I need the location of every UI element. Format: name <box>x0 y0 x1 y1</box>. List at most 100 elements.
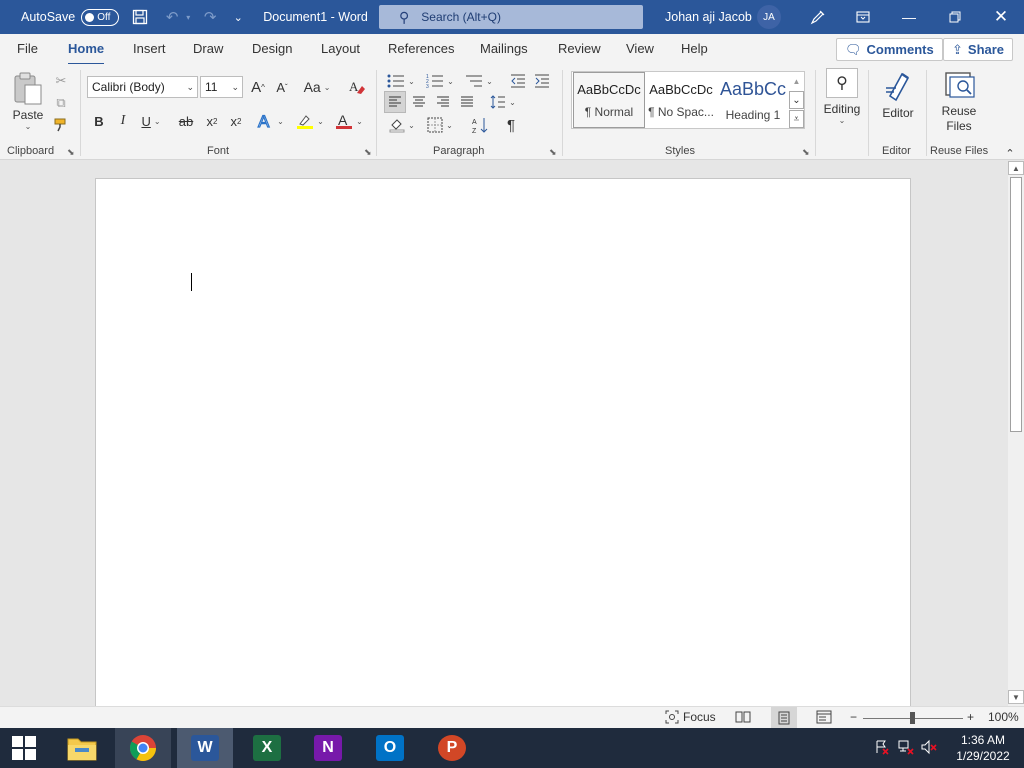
tab-draw[interactable]: Draw <box>193 41 223 56</box>
align-right-button[interactable] <box>432 91 454 113</box>
start-button[interactable] <box>0 728 48 768</box>
cut-icon[interactable]: ✂ <box>52 72 70 90</box>
taskbar-onenote[interactable]: N <box>300 728 356 768</box>
save-icon[interactable] <box>129 6 151 28</box>
close-icon[interactable]: ✕ <box>978 0 1024 34</box>
decrease-indent-button[interactable] <box>508 70 528 92</box>
tab-review[interactable]: Review <box>558 41 601 56</box>
tab-references[interactable]: References <box>388 41 454 56</box>
ribbon-display-options-icon[interactable] <box>840 0 886 34</box>
numbering-button[interactable]: 1 2 3 ⌄ <box>425 70 455 92</box>
line-spacing-button[interactable]: ⌄ <box>487 91 519 113</box>
shading-button[interactable]: ⌄ <box>386 114 418 136</box>
undo-icon[interactable]: ↶ <box>161 6 183 28</box>
scroll-up-icon[interactable]: ▲ <box>1008 161 1024 175</box>
font-launcher-icon[interactable]: ⬊ <box>364 147 372 158</box>
search-box[interactable]: ⚲ Search (Alt+Q) <box>379 5 643 29</box>
underline-button[interactable]: U ⌄ <box>138 110 164 132</box>
bold-button[interactable]: B <box>90 110 108 132</box>
vertical-scrollbar[interactable]: ▲ ▼ <box>1008 161 1024 706</box>
tab-home[interactable]: Home <box>68 41 105 66</box>
increase-indent-button[interactable] <box>532 70 552 92</box>
shrink-font-button[interactable]: Aˇ <box>272 76 292 98</box>
avatar[interactable]: JA <box>757 5 781 29</box>
reuse-files-button[interactable]: Reuse Files <box>936 70 982 134</box>
customize-toolbar-icon[interactable]: ⌄ <box>227 6 249 28</box>
scrollbar-thumb[interactable] <box>1010 177 1022 432</box>
taskbar-excel[interactable]: X <box>239 728 295 768</box>
styles-scroll-up-icon[interactable]: ▲ <box>789 72 804 90</box>
collapse-ribbon-icon[interactable]: ⌃ <box>1002 146 1018 160</box>
align-center-button[interactable] <box>408 91 430 113</box>
superscript-button[interactable]: x2 <box>226 110 246 132</box>
copy-icon[interactable]: ⧉ <box>52 94 70 112</box>
align-left-button[interactable] <box>384 91 406 113</box>
zoom-slider-thumb[interactable] <box>910 712 915 724</box>
editing-label: Editing <box>823 102 861 116</box>
zoom-in-button[interactable]: + <box>967 710 974 724</box>
highlight-button[interactable]: ⌄ <box>294 110 326 132</box>
text-effects-button[interactable]: A ⌄ <box>255 110 285 132</box>
document-page[interactable] <box>95 178 911 708</box>
tab-help[interactable]: Help <box>681 41 708 56</box>
paste-button[interactable]: Paste ⌄ <box>12 72 44 131</box>
font-family-select[interactable]: Calibri (Body) ⌄ <box>87 76 198 98</box>
print-layout-icon[interactable] <box>771 707 797 728</box>
taskbar-word[interactable]: W <box>177 728 233 768</box>
tab-file[interactable]: File <box>17 41 38 56</box>
subscript-button[interactable]: x2 <box>202 110 222 132</box>
taskbar-file-explorer[interactable] <box>54 728 110 768</box>
grow-font-button[interactable]: A ^ <box>248 76 268 98</box>
bullets-button[interactable]: ⌄ <box>386 70 416 92</box>
taskbar-chrome[interactable] <box>115 728 171 768</box>
clipboard-launcher-icon[interactable]: ⬊ <box>67 147 75 158</box>
read-mode-icon[interactable] <box>735 710 751 724</box>
justify-button[interactable] <box>456 91 478 113</box>
comments-button[interactable]: 🗨 Comments <box>836 38 943 61</box>
clear-formatting-button[interactable]: A <box>346 76 368 98</box>
web-layout-icon[interactable] <box>816 710 832 724</box>
clock[interactable]: 1:36 AM 1/29/2022 <box>948 732 1018 764</box>
network-icon[interactable] <box>898 739 914 758</box>
styles-scroll-down-icon[interactable]: ⌄ <box>789 91 804 109</box>
italic-button[interactable]: I <box>114 110 132 132</box>
volume-muted-icon[interactable] <box>921 739 937 758</box>
editor-button[interactable]: Editor <box>876 70 920 120</box>
focus-button[interactable]: Focus <box>665 710 716 724</box>
tab-view[interactable]: View <box>626 41 654 56</box>
paragraph-launcher-icon[interactable]: ⬊ <box>549 147 557 158</box>
zoom-out-button[interactable]: − <box>850 710 857 724</box>
user-name[interactable]: Johan aji Jacob <box>665 10 752 24</box>
scroll-down-icon[interactable]: ▼ <box>1008 690 1024 704</box>
action-center-icon[interactable] <box>874 739 890 758</box>
tab-design[interactable]: Design <box>252 41 292 56</box>
tab-mailings[interactable]: Mailings <box>480 41 528 56</box>
taskbar-outlook[interactable]: O <box>362 728 418 768</box>
pen-icon[interactable] <box>795 0 841 34</box>
restore-icon[interactable] <box>932 0 978 34</box>
style-normal[interactable]: AaBbCcDc ¶ Normal <box>573 72 645 128</box>
show-formatting-button[interactable]: ¶ <box>500 114 522 136</box>
styles-more-icon[interactable]: ⩡ <box>789 110 804 128</box>
undo-dropdown-icon[interactable]: ▾ <box>183 6 193 28</box>
taskbar-powerpoint[interactable]: P <box>424 728 480 768</box>
editing-button[interactable]: ⚲ Editing ⌄ <box>821 68 863 125</box>
tab-layout[interactable]: Layout <box>321 41 360 56</box>
style-no-spacing[interactable]: AaBbCcDc ¶ No Spac... <box>645 72 717 128</box>
tab-insert[interactable]: Insert <box>133 41 166 56</box>
sort-button[interactable]: AZ <box>469 114 491 136</box>
change-case-button[interactable]: Aa ⌄ <box>302 76 332 98</box>
format-painter-icon[interactable] <box>52 116 70 134</box>
share-button[interactable]: ⇪ Share <box>943 38 1014 61</box>
redo-icon[interactable]: ↷ <box>199 6 221 28</box>
minimize-icon[interactable]: — <box>886 0 932 34</box>
font-color-button[interactable]: A ⌄ <box>333 110 365 132</box>
autosave-toggle[interactable]: Off <box>81 8 120 26</box>
zoom-level[interactable]: 100% <box>988 710 1019 724</box>
styles-launcher-icon[interactable]: ⬊ <box>802 147 810 158</box>
borders-button[interactable]: ⌄ <box>424 114 456 136</box>
strikethrough-button[interactable]: ab <box>175 110 197 132</box>
style-heading-1[interactable]: AaBbCc Heading 1 <box>717 72 789 128</box>
font-size-select[interactable]: 11 ⌄ <box>200 76 243 98</box>
multilevel-list-button[interactable]: ⌄ <box>464 70 494 92</box>
